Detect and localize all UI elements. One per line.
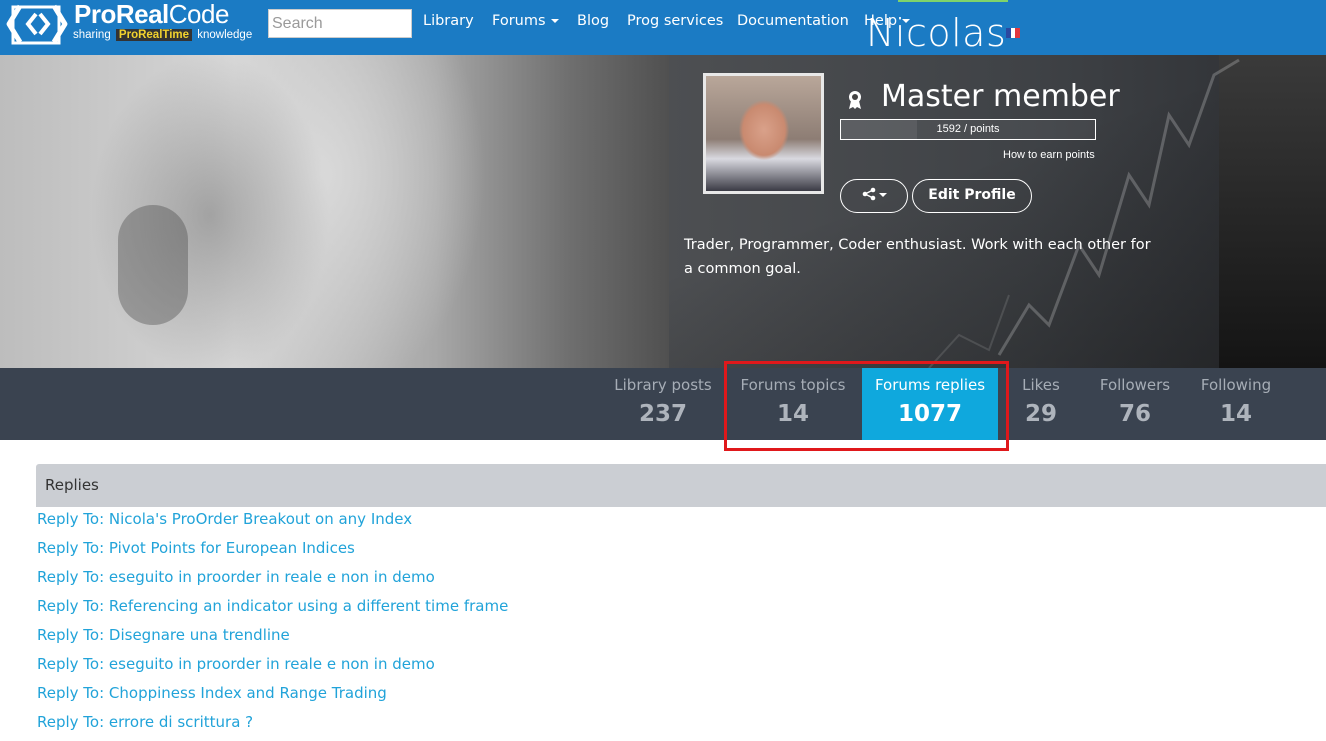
reply-link[interactable]: Reply To: Referencing an indicator using…	[37, 596, 1237, 625]
chevron-down-icon	[550, 19, 559, 23]
avatar	[703, 73, 824, 194]
annotation-highlight-box	[724, 361, 1009, 451]
share-icon	[862, 187, 875, 201]
stat-count: 14	[1219, 401, 1252, 427]
stat-count: 29	[1024, 401, 1057, 427]
logo-brackets-icon	[6, 4, 68, 45]
nav-blog[interactable]: Blog	[577, 13, 609, 29]
profile-bio: Trader, Programmer, Coder enthusiast. Wo…	[684, 237, 1151, 277]
edit-profile-button[interactable]: Edit Profile	[912, 179, 1032, 213]
profile-cover	[0, 55, 1326, 368]
stat-label: Following	[1200, 376, 1272, 394]
site-logo[interactable]: ProRealCode sharing ProRealTime knowledg…	[6, 0, 262, 46]
chevron-down-icon	[878, 193, 887, 197]
profile-stats-bar: Library posts 237 Forums topics 14 Forum…	[0, 368, 1326, 440]
navbar-accent-line	[898, 0, 1008, 2]
top-navbar: ProRealCode sharing ProRealTime knowledg…	[0, 0, 1326, 55]
member-rank: Master member	[881, 79, 1120, 114]
cover-photo-face	[0, 55, 669, 368]
rank-medal-icon	[849, 91, 861, 109]
country-flag-icon	[1006, 28, 1020, 38]
stat-label: Followers	[1099, 376, 1171, 394]
stat-likes[interactable]: Likes 29	[1011, 368, 1071, 440]
reply-link[interactable]: Reply To: Disegnare una trendline	[37, 625, 1237, 654]
profile-name: Nicolas	[866, 11, 1007, 55]
stat-label: Likes	[1022, 376, 1060, 394]
reply-link[interactable]: Reply To: eseguito in proorder in reale …	[37, 567, 1237, 596]
stat-count: 237	[638, 401, 687, 427]
stat-count: 76	[1118, 401, 1151, 427]
search-input[interactable]	[268, 9, 412, 38]
share-button[interactable]	[840, 179, 908, 213]
cover-photo-detail	[118, 205, 188, 325]
how-to-earn-link[interactable]: How to earn points	[1003, 149, 1095, 161]
replies-panel-header: Replies	[36, 464, 1326, 507]
stat-followers[interactable]: Followers 76	[1090, 368, 1180, 440]
reply-link[interactable]: Reply To: Choppiness Index and Range Tra…	[37, 683, 1237, 712]
reply-link[interactable]: Reply To: Nicola's ProOrder Breakout on …	[37, 509, 1237, 538]
reply-link[interactable]: Reply To: Pivot Points for European Indi…	[37, 538, 1237, 567]
stat-label: Library posts	[614, 376, 712, 394]
nav-library[interactable]: Library	[423, 13, 474, 29]
nav-documentation[interactable]: Documentation	[737, 13, 849, 29]
points-text: 1592 / points	[936, 123, 1000, 135]
nav-forums[interactable]: Forums	[492, 13, 559, 29]
replies-list: Reply To: Nicola's ProOrder Breakout on …	[37, 509, 1237, 741]
reply-link[interactable]: Reply To: eseguito in proorder in reale …	[37, 654, 1237, 683]
nav-prog-services[interactable]: Prog services	[627, 13, 723, 29]
stat-library-posts[interactable]: Library posts 237	[608, 368, 718, 440]
logo-title: ProRealCode	[74, 0, 229, 29]
reply-link[interactable]: Reply To: errore di scrittura ?	[37, 712, 1237, 741]
points-progress: 1592 / points	[840, 119, 1096, 140]
replies-title: Replies	[45, 476, 99, 494]
stat-following[interactable]: Following 14	[1191, 368, 1281, 440]
logo-tagline: sharing ProRealTime knowledge	[73, 29, 253, 41]
